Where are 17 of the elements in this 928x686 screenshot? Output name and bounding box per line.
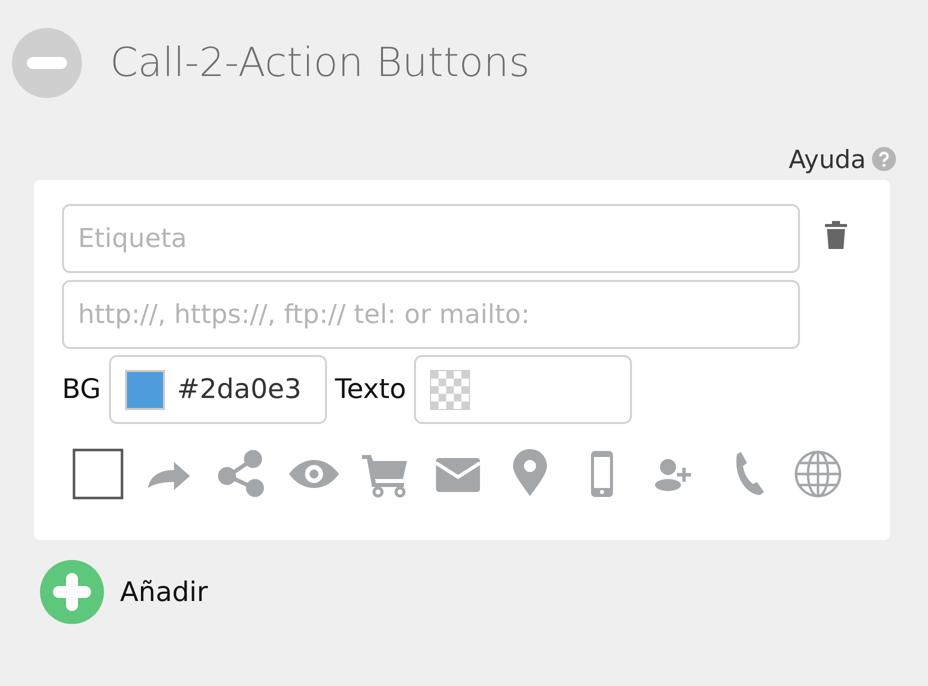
text-color-label: Texto	[334, 374, 406, 405]
globe-icon[interactable]	[792, 448, 844, 500]
help-icon[interactable]	[872, 147, 896, 171]
add-label[interactable]: Añadir	[120, 576, 208, 608]
trash-icon[interactable]	[824, 220, 848, 250]
url-field[interactable]: http://, https://, ftp:// tel: or mailto:	[62, 280, 800, 349]
transparent-swatch[interactable]	[430, 370, 470, 410]
blank-square-icon[interactable]	[72, 448, 124, 500]
text-color-field[interactable]	[414, 355, 632, 424]
section-title: Call-2-Action Buttons	[110, 40, 530, 86]
label-field[interactable]: Etiqueta	[62, 204, 800, 273]
collapse-icon[interactable]	[12, 28, 82, 98]
color-swatch[interactable]	[124, 370, 165, 410]
bg-color-field[interactable]: #2da0e3	[108, 355, 327, 424]
bg-label: BG	[62, 374, 101, 405]
help-link[interactable]: Ayuda	[788, 144, 866, 174]
add-icon[interactable]	[40, 560, 104, 624]
